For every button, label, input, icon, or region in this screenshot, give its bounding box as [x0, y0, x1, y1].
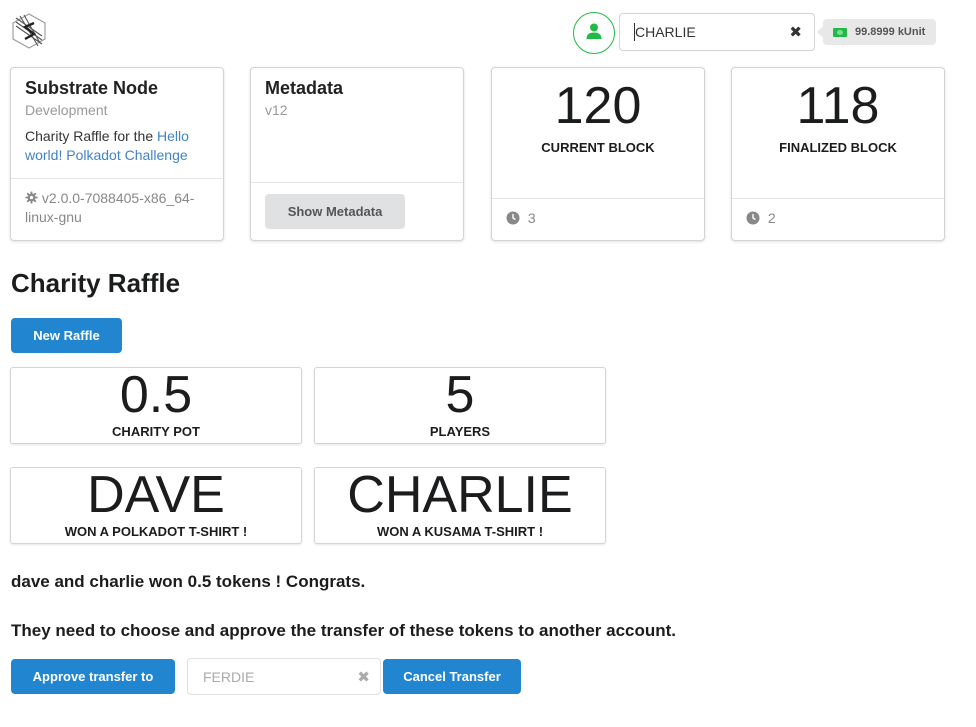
- current-block-timer: 3: [527, 210, 536, 226]
- show-metadata-button[interactable]: Show Metadata: [265, 194, 405, 229]
- winner-one-prize: WON A POLKADOT T-SHIRT !: [64, 524, 248, 539]
- players-label: PLAYERS: [429, 424, 491, 439]
- clock-icon: [746, 210, 764, 226]
- winner-one-stat: DAVE WON A POLKADOT T-SHIRT !: [10, 467, 302, 544]
- clear-icon[interactable]: ✖: [789, 23, 802, 41]
- current-block-label: CURRENT BLOCK: [541, 140, 655, 155]
- winner-two-name: CHARLIE: [347, 466, 573, 524]
- finalized-block-label: FINALIZED BLOCK: [779, 140, 897, 155]
- metadata-card-title: Metadata: [265, 78, 344, 98]
- finalized-block-timer: 2: [767, 210, 776, 226]
- finalized-block-timer-section: 2: [732, 198, 944, 240]
- node-version: v2.0.0-7088405-x86_64-linux-gnu: [25, 190, 195, 225]
- current-block-timer-section: 3: [492, 198, 704, 240]
- balance-label: 99.8999 kUnit: [816, 19, 937, 45]
- gear-icon: [25, 190, 42, 206]
- node-card-title: Substrate Node: [25, 78, 159, 98]
- new-raffle-button[interactable]: New Raffle: [11, 318, 122, 353]
- approve-transfer-button[interactable]: Approve transfer to: [11, 659, 175, 694]
- account-selector[interactable]: CHARLIE ✖: [619, 13, 815, 51]
- transfer-target-selector[interactable]: FERDIE ✖: [187, 658, 381, 695]
- account-avatar[interactable]: [573, 12, 615, 54]
- winner-two-prize: WON A KUSAMA T-SHIRT !: [376, 524, 544, 539]
- balance-value: 99.8999 kUnit: [855, 26, 926, 38]
- clock-icon: [506, 210, 524, 226]
- transfer-instruction: They need to choose and approve the tran…: [11, 621, 677, 640]
- money-icon: [833, 27, 847, 37]
- node-card-description: Charity Raffle for the Hello world! Polk…: [25, 127, 209, 165]
- metadata-divider: [251, 182, 463, 183]
- node-card-meta: Development: [25, 102, 108, 118]
- current-block-card: 120 CURRENT BLOCK 3: [491, 67, 705, 241]
- user-icon: [585, 22, 603, 45]
- players-value: 5: [445, 366, 475, 424]
- substrate-logo: [10, 12, 48, 50]
- finalized-block-value: 118: [796, 77, 880, 135]
- metadata-version: v12: [265, 102, 288, 118]
- node-description-text: Charity Raffle for the: [25, 128, 158, 144]
- current-block-value: 120: [554, 77, 642, 135]
- raffle-title: Charity Raffle: [11, 268, 181, 298]
- winners-message: dave and charlie won 0.5 tokens ! Congra…: [11, 572, 366, 591]
- players-stat: 5 PLAYERS: [314, 367, 606, 444]
- finalized-block-card: 118 FINALIZED BLOCK 2: [731, 67, 945, 241]
- charity-pot-value: 0.5: [119, 366, 193, 424]
- charity-pot-label: CHARITY POT: [112, 424, 200, 439]
- charity-pot-stat: 0.5 CHARITY POT: [10, 367, 302, 444]
- account-selector-value: CHARLIE: [635, 24, 696, 40]
- clear-icon[interactable]: ✖: [357, 668, 370, 686]
- node-info-card: Substrate Node Development Charity Raffl…: [10, 67, 224, 241]
- metadata-card: Metadata v12 Show Metadata: [250, 67, 464, 241]
- node-version-section: v2.0.0-7088405-x86_64-linux-gnu: [11, 178, 223, 240]
- winner-one-name: DAVE: [87, 466, 225, 524]
- cancel-transfer-button[interactable]: Cancel Transfer: [383, 659, 521, 694]
- transfer-target-value: FERDIE: [203, 669, 255, 685]
- winner-two-stat: CHARLIE WON A KUSAMA T-SHIRT !: [314, 467, 606, 544]
